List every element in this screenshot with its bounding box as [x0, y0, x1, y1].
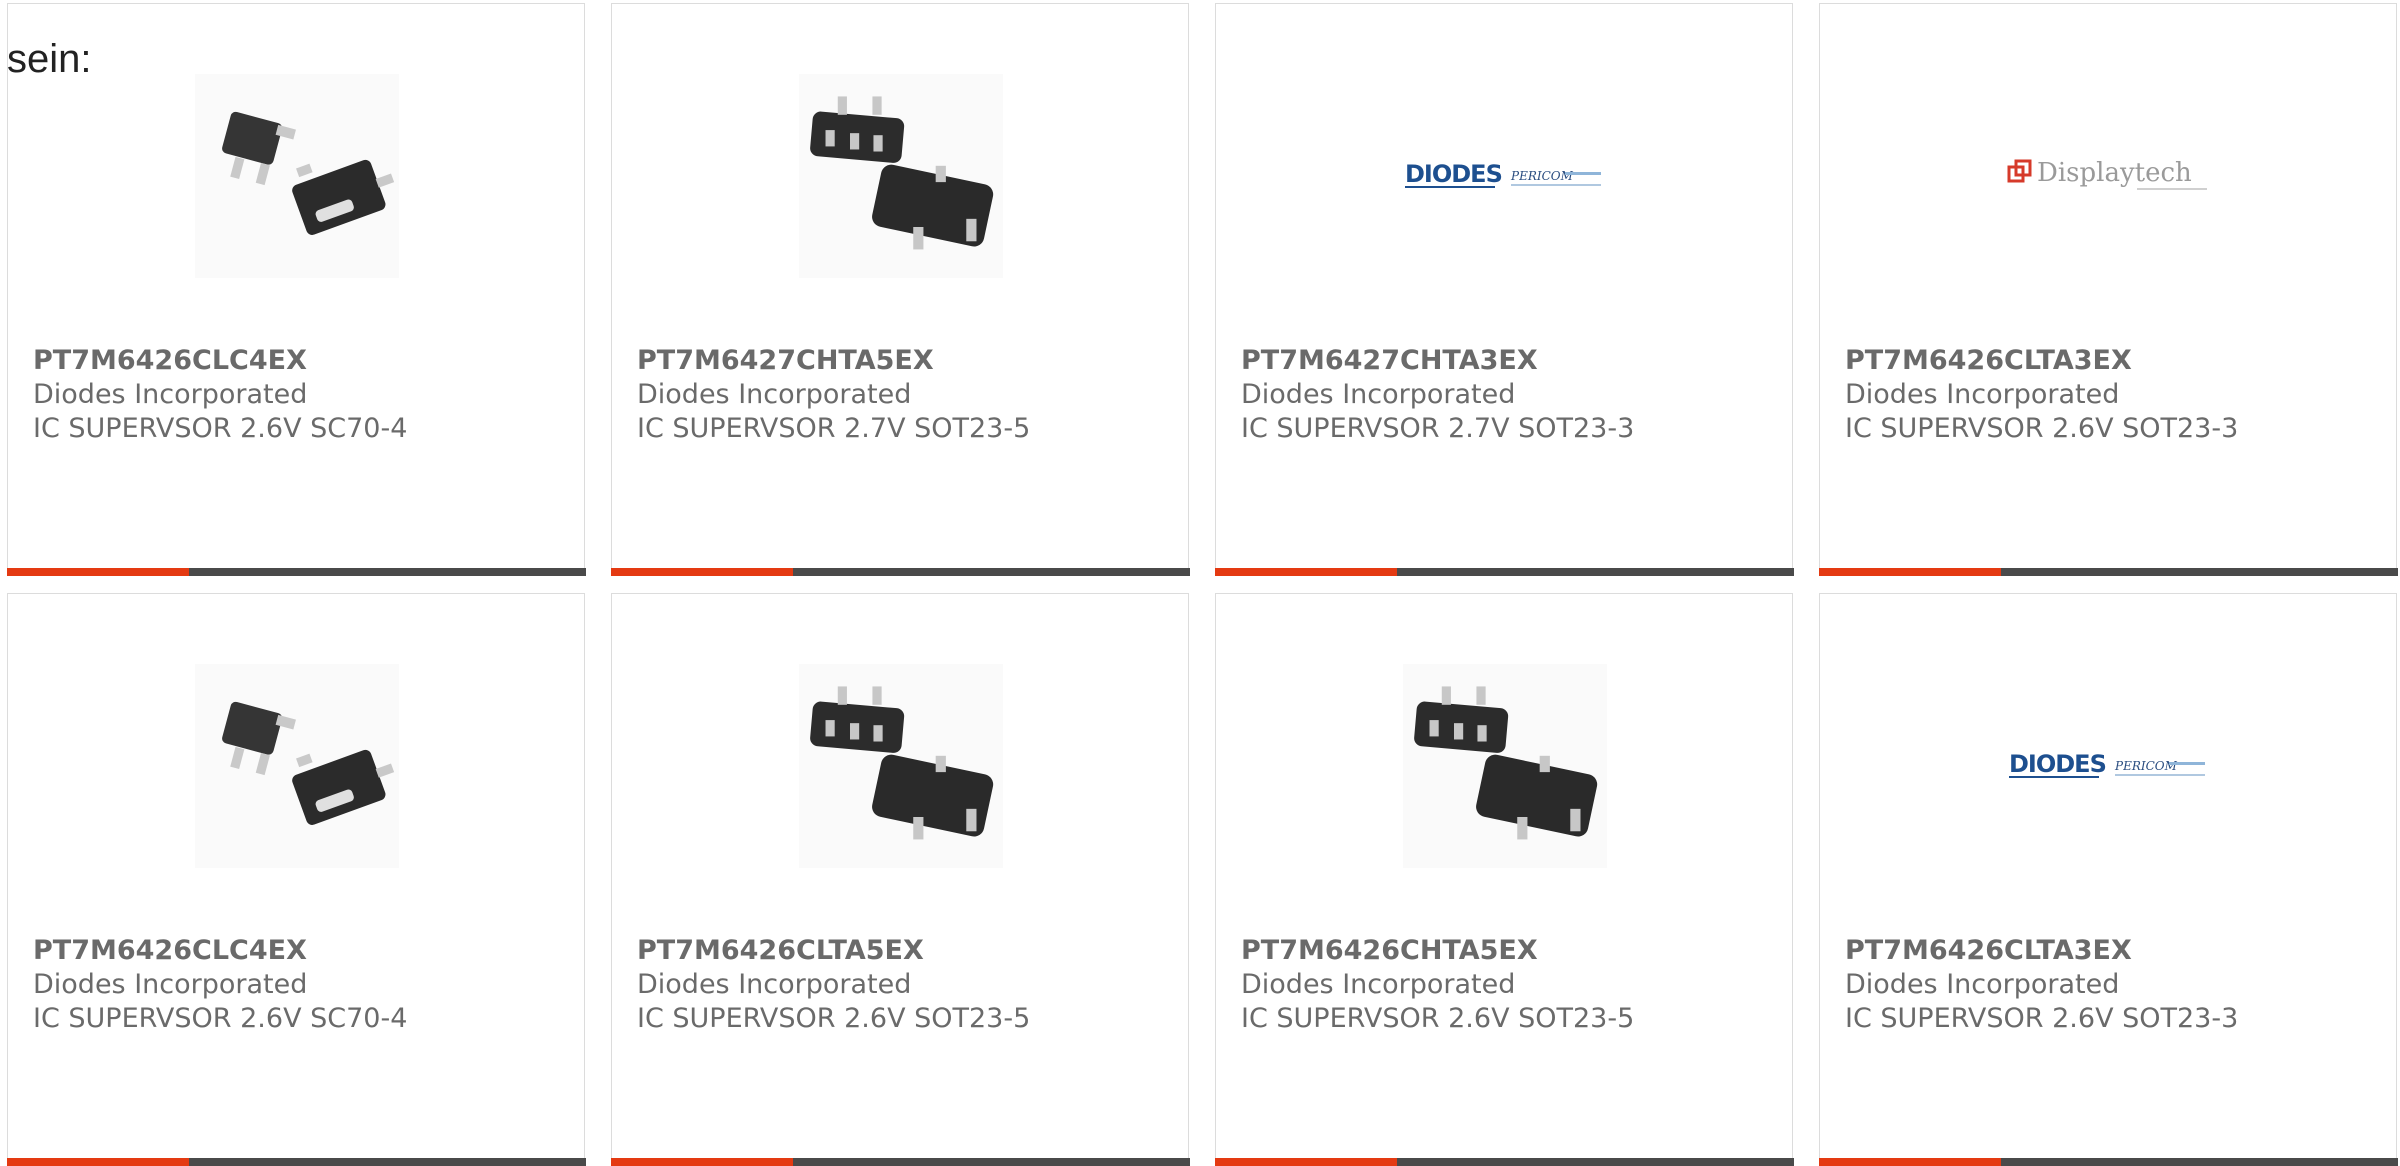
product-card[interactable]: PT7M6426CHTA5EX Diodes Incorporated IC S…: [1214, 593, 1794, 1166]
diodes-pericom-logo-icon: DIODES PERICOM: [1405, 160, 1601, 188]
card-accent-bar: [610, 1157, 794, 1166]
product-card[interactable]: Displaytech PT7M6426CLTA3EX Diodes Incor…: [1818, 3, 2398, 576]
displaytech-logo-icon: Displaytech: [2007, 158, 2207, 190]
card-accent-bar: [1818, 1157, 2002, 1166]
card-bottom-bar: [2001, 1157, 2398, 1166]
product-image-diodes-logo[interactable]: DIODES PERICOM: [2007, 664, 2211, 868]
product-manufacturer: Diodes Incorporated: [637, 969, 912, 1000]
product-manufacturer: Diodes Incorporated: [1241, 379, 1516, 410]
product-part-number[interactable]: PT7M6426CLC4EX: [33, 344, 307, 378]
product-description: IC SUPERVSOR 2.7V SOT23-3: [1241, 413, 1635, 444]
card-bottom-bar: [1397, 1157, 1794, 1166]
svg-text:PERICOM: PERICOM: [1510, 169, 1574, 183]
card-accent-bar: [6, 567, 190, 576]
product-image-sc70-4[interactable]: [195, 74, 399, 278]
card-bottom-bar: [793, 1157, 1190, 1166]
sc70-4-package-icon: [195, 74, 399, 278]
sc70-4-package-icon: [195, 664, 399, 868]
card-accent-bar: [610, 567, 794, 576]
product-manufacturer: Diodes Incorporated: [1845, 379, 2120, 410]
product-image-sc70-4[interactable]: [195, 664, 399, 868]
product-card[interactable]: PT7M6426CLC4EX Diodes Incorporated IC SU…: [6, 3, 586, 576]
product-image-sot23-5[interactable]: [799, 664, 1003, 868]
product-image-diodes-logo[interactable]: DIODES PERICOM: [1403, 74, 1607, 278]
product-description: IC SUPERVSOR 2.6V SC70-4: [33, 413, 408, 444]
sot23-5-package-icon: [1403, 664, 1607, 868]
svg-text:Displaytech: Displaytech: [2037, 158, 2192, 188]
card-bottom-bar: [1397, 567, 1794, 576]
product-card[interactable]: DIODES PERICOM PT7M6426CLTA3EX Diodes In…: [1818, 593, 2398, 1166]
product-part-number[interactable]: PT7M6426CHTA5EX: [1241, 934, 1538, 968]
sot23-5-package-icon: [799, 74, 1003, 278]
card-accent-bar: [1214, 1157, 1398, 1166]
card-accent-bar: [6, 1157, 190, 1166]
product-description: IC SUPERVSOR 2.6V SOT23-5: [1241, 1003, 1635, 1034]
product-card[interactable]: PT7M6426CLTA5EX Diodes Incorporated IC S…: [610, 593, 1190, 1166]
product-part-number[interactable]: PT7M6426CLTA3EX: [1845, 344, 2132, 378]
svg-text:PERICOM: PERICOM: [2114, 759, 2178, 773]
card-accent-bar: [1214, 567, 1398, 576]
product-part-number[interactable]: PT7M6427CHTA5EX: [637, 344, 934, 378]
diodes-pericom-logo-icon: DIODES PERICOM: [2009, 750, 2205, 778]
product-image-sot23-5[interactable]: [1403, 664, 1607, 868]
card-bottom-bar: [189, 1157, 586, 1166]
product-manufacturer: Diodes Incorporated: [33, 379, 308, 410]
product-description: IC SUPERVSOR 2.6V SOT23-3: [1845, 413, 2239, 444]
card-bottom-bar: [189, 567, 586, 576]
product-manufacturer: Diodes Incorporated: [1845, 969, 2120, 1000]
product-card[interactable]: PT7M6426CLC4EX Diodes Incorporated IC SU…: [6, 593, 586, 1166]
product-description: IC SUPERVSOR 2.7V SOT23-5: [637, 413, 1031, 444]
product-part-number[interactable]: PT7M6426CLTA5EX: [637, 934, 924, 968]
product-manufacturer: Diodes Incorporated: [33, 969, 308, 1000]
product-image-sot23-5[interactable]: [799, 74, 1003, 278]
product-manufacturer: Diodes Incorporated: [1241, 969, 1516, 1000]
svg-text:DIODES: DIODES: [1405, 160, 1502, 188]
svg-text:DIODES: DIODES: [2009, 750, 2106, 778]
intro-text: sein:: [7, 37, 92, 81]
product-card[interactable]: PT7M6427CHTA5EX Diodes Incorporated IC S…: [610, 3, 1190, 576]
product-description: IC SUPERVSOR 2.6V SOT23-3: [1845, 1003, 2239, 1034]
card-bottom-bar: [793, 567, 1190, 576]
product-description: IC SUPERVSOR 2.6V SOT23-5: [637, 1003, 1031, 1034]
product-manufacturer: Diodes Incorporated: [637, 379, 912, 410]
card-bottom-bar: [2001, 567, 2398, 576]
product-description: IC SUPERVSOR 2.6V SC70-4: [33, 1003, 408, 1034]
sot23-5-package-icon: [799, 664, 1003, 868]
product-part-number[interactable]: PT7M6426CLTA3EX: [1845, 934, 2132, 968]
card-accent-bar: [1818, 567, 2002, 576]
product-part-number[interactable]: PT7M6427CHTA3EX: [1241, 344, 1538, 378]
product-image-displaytech-logo[interactable]: Displaytech: [2007, 74, 2211, 278]
product-part-number[interactable]: PT7M6426CLC4EX: [33, 934, 307, 968]
product-card[interactable]: DIODES PERICOM PT7M6427CHTA3EX Diodes In…: [1214, 3, 1794, 576]
